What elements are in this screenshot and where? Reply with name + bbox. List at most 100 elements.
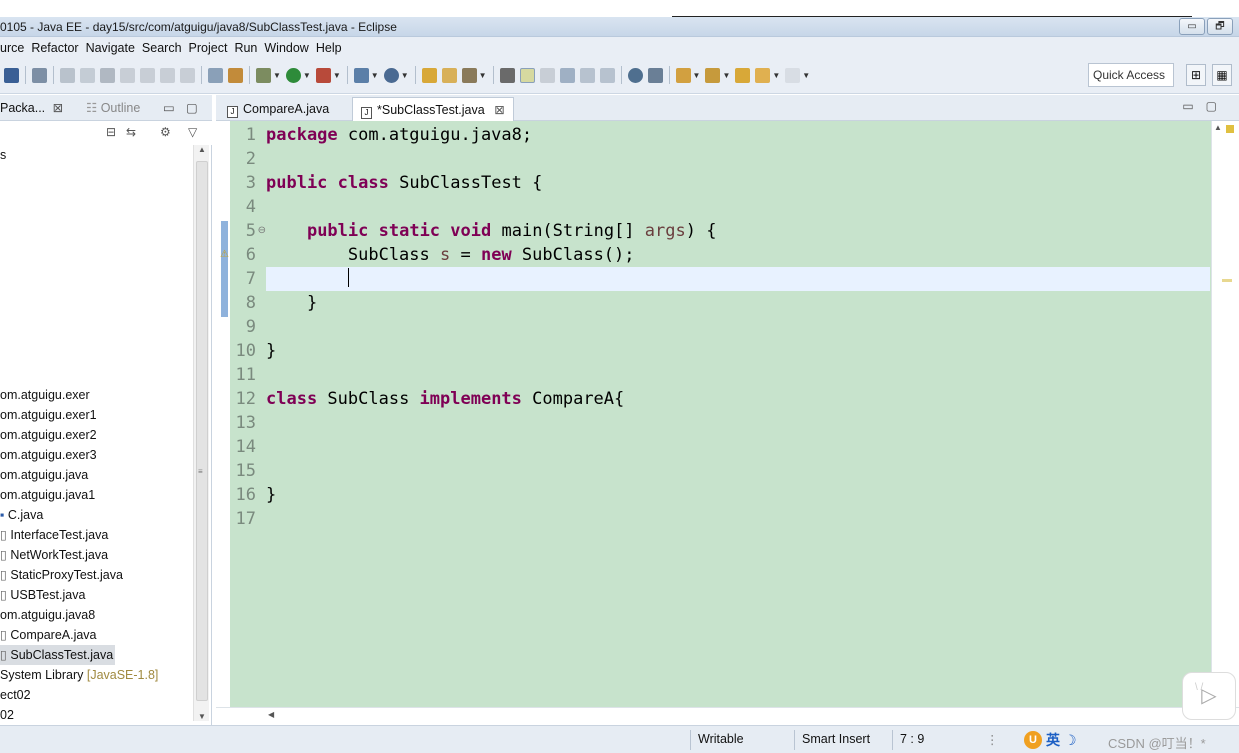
show-whitespace-icon[interactable] (559, 67, 575, 83)
chevron-down-icon[interactable]: ▼ (772, 71, 780, 80)
chevron-down-icon[interactable]: ▼ (479, 71, 487, 80)
word-wrap-icon[interactable] (579, 67, 595, 83)
use-step-filters-icon[interactable] (208, 67, 223, 83)
menu-source[interactable]: urce (0, 41, 31, 55)
step-over-icon[interactable] (160, 67, 175, 83)
menu-navigate[interactable]: Navigate (86, 41, 142, 55)
external-tools-icon[interactable] (315, 67, 331, 83)
resume-icon[interactable] (60, 67, 75, 83)
scrollbar-thumb[interactable] (196, 161, 208, 701)
tree-item-package[interactable]: om.atguigu.java1 (0, 485, 95, 505)
new-java-class-icon[interactable] (383, 67, 399, 83)
skip-breakpoints-icon[interactable] (32, 67, 47, 83)
quick-access-input[interactable]: Quick Access (1088, 63, 1174, 87)
open-perspective-icon[interactable]: ⊞ (1186, 64, 1206, 86)
editor-overview-ruler[interactable]: ▲ (1211, 121, 1239, 707)
step-into-icon[interactable] (140, 67, 155, 83)
open-type-icon[interactable] (421, 67, 437, 83)
menu-window[interactable]: Window (264, 41, 315, 55)
toggle-highlight-icon[interactable] (519, 67, 535, 83)
chevron-down-icon[interactable]: ▼ (303, 71, 311, 80)
back-arrow-icon[interactable] (755, 67, 771, 83)
tree-item-file[interactable]: ▯ InterfaceTest.java (0, 525, 108, 545)
tree-item-file[interactable]: ▯ NetWorkTest.java (0, 545, 108, 565)
tree-item-file[interactable]: ▪ C.java (0, 505, 43, 525)
warning-icon[interactable]: ⚠ (220, 249, 230, 261)
tree-item-file[interactable]: ▯ CompareA.java (0, 625, 97, 645)
tree-item-file-selected[interactable]: ▯ SubClassTest.java (0, 645, 115, 665)
menu-help[interactable]: Help (316, 41, 349, 55)
previous-annotation-icon[interactable] (705, 67, 721, 83)
menu-search[interactable]: Search (142, 41, 189, 55)
close-icon[interactable]: ⊠ (494, 103, 504, 117)
debug-perspective-icon[interactable] (228, 67, 243, 83)
overview-marker[interactable] (1222, 279, 1232, 282)
chevron-down-icon[interactable]: ▼ (693, 71, 701, 80)
search-icon[interactable] (461, 67, 477, 83)
menu-refactor[interactable]: Refactor (31, 41, 85, 55)
minimize-button[interactable]: ▭ (1179, 18, 1205, 35)
open-task-icon[interactable] (441, 67, 457, 83)
moon-icon[interactable]: ☽ (1064, 732, 1077, 749)
toggle-mark-occurrences-icon[interactable] (499, 67, 515, 83)
tree-item-package[interactable]: om.atguigu.java8 (0, 605, 95, 625)
maximize-panel-icon[interactable]: ▢ (186, 100, 198, 115)
java-ee-perspective-icon[interactable]: ▦ (1212, 64, 1232, 86)
block-selection-icon[interactable] (539, 67, 555, 83)
last-edit-location-icon[interactable] (735, 67, 751, 83)
view-menu-icon[interactable]: ▽ (188, 125, 197, 139)
debug-icon[interactable] (256, 67, 271, 83)
scroll-up-icon[interactable]: ▲ (1214, 123, 1222, 132)
chevron-down-icon[interactable]: ▼ (401, 71, 409, 80)
scroll-left-icon[interactable]: ◀ (268, 710, 274, 719)
run-icon[interactable] (285, 67, 301, 83)
new-server-icon[interactable] (353, 67, 369, 83)
tab-subclasstest[interactable]: J *SubClassTest.java ⊠ (352, 97, 514, 121)
menu-project[interactable]: Project (189, 41, 235, 55)
collapse-all-icon[interactable]: ⊟ (106, 125, 116, 139)
suspend-icon[interactable] (80, 67, 95, 83)
ime-language[interactable]: 英 (1046, 730, 1060, 750)
save-icon[interactable] (4, 67, 19, 83)
tree-item-package[interactable]: om.atguigu.exer3 (0, 445, 97, 465)
package-tree-scrollbar[interactable]: ▲ ≡ ▼ (193, 145, 209, 721)
tab-comparea[interactable]: J CompareA.java (218, 97, 338, 121)
tree-item-package[interactable]: om.atguigu.java (0, 465, 88, 485)
pin-editor-icon[interactable] (647, 67, 663, 83)
floating-video-button[interactable]: \ / ▷ (1182, 672, 1236, 720)
terminate-icon[interactable] (100, 67, 115, 83)
tree-item-package[interactable]: om.atguigu.exer1 (0, 405, 97, 425)
tree-item-project[interactable]: 02 (0, 705, 14, 725)
ime-logo-icon[interactable]: U (1024, 731, 1042, 749)
editor-min-max-icons[interactable]: ▭▢ (1182, 99, 1229, 113)
tree-item-package[interactable]: om.atguigu.exer (0, 385, 90, 405)
tab-outline[interactable]: ☷ Outline (86, 100, 140, 115)
paragraph-icon[interactable] (599, 67, 615, 83)
step-return-icon[interactable] (180, 67, 195, 83)
forward-arrow-icon[interactable] (785, 67, 801, 83)
tab-package-explorer[interactable]: Packa... ⊠ (0, 100, 63, 115)
filter-icon[interactable]: ⚙ (160, 125, 171, 139)
minimize-panel-icon[interactable]: ▭ (163, 100, 175, 115)
disconnect-icon[interactable] (120, 67, 135, 83)
tree-item-library[interactable]: System Library [JavaSE-1.8] (0, 665, 158, 685)
scroll-down-icon[interactable]: ▼ (198, 712, 206, 721)
link-with-editor-icon[interactable]: ⇆ (126, 125, 136, 139)
tree-item-file[interactable]: ▯ USBTest.java (0, 585, 85, 605)
chevron-down-icon[interactable]: ▼ (273, 71, 281, 80)
editor-horizontal-scrollbar[interactable]: ◀ (216, 707, 1239, 725)
menu-run[interactable]: Run (234, 41, 264, 55)
tree-item-project[interactable]: ect02 (0, 685, 31, 705)
tree-item-file[interactable]: ▯ StaticProxyTest.java (0, 565, 123, 585)
chevron-down-icon[interactable]: ▼ (371, 71, 379, 80)
fold-icon[interactable]: ⊖ (258, 225, 266, 236)
chevron-down-icon[interactable]: ▼ (802, 71, 810, 80)
next-annotation-icon[interactable] (675, 67, 691, 83)
scroll-up-icon[interactable]: ▲ (198, 145, 206, 154)
restore-button[interactable]: 🗗 (1207, 18, 1233, 35)
code-text-area[interactable]: package com.atguigu.java8; public class … (266, 121, 1210, 707)
globe-icon[interactable] (627, 67, 643, 83)
chevron-down-icon[interactable]: ▼ (333, 71, 341, 80)
close-icon[interactable]: ⊠ (53, 101, 63, 115)
chevron-down-icon[interactable]: ▼ (722, 71, 730, 80)
